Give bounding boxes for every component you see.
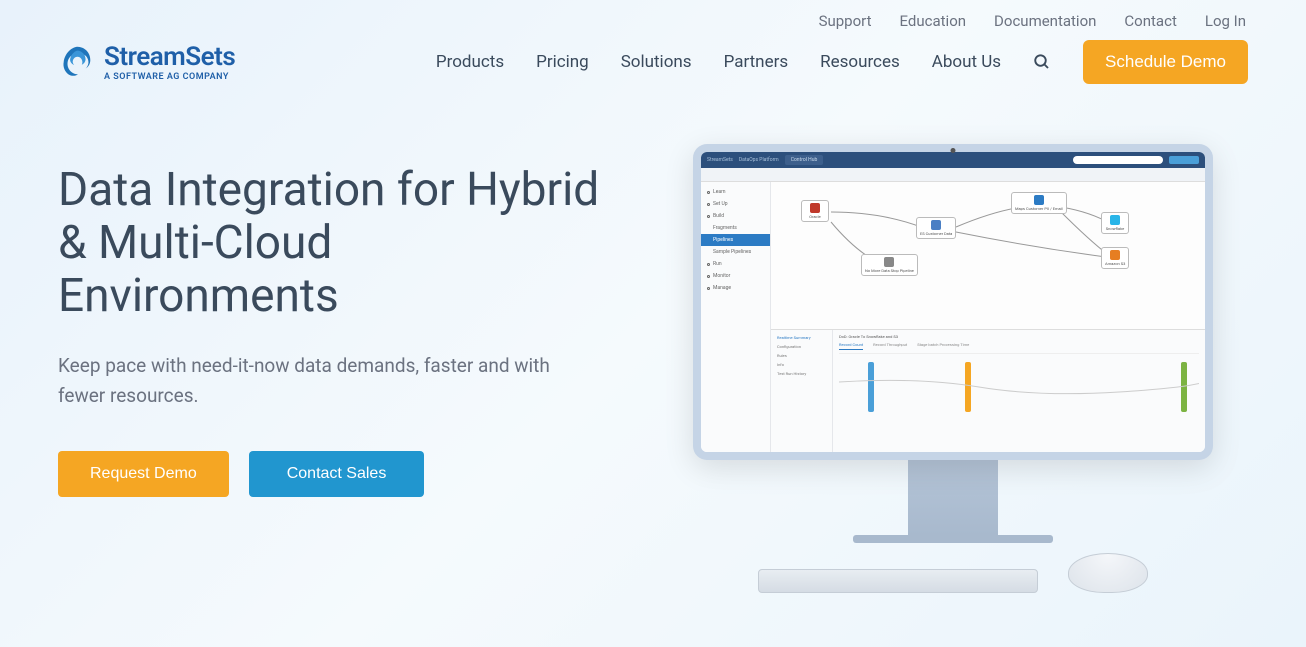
keyboard-icon [758,569,1038,593]
canvas-bottom-panel: Realtime Summary Configuration Rules Inf… [771,329,1205,452]
tab-processing-time: Stage batch Processing Time [917,342,969,350]
schedule-demo-button[interactable]: Schedule Demo [1083,40,1248,84]
logo-text: StreamSets A SOFTWARE AG COMPANY [104,42,235,82]
app-toolbar [701,168,1205,182]
tab-record-count: Record Count [839,342,863,350]
monitor-stand [908,460,998,535]
app-quickstart-button [1169,156,1199,164]
logo-swirl-icon [58,43,96,81]
hero-buttons: Request Demo Contact Sales [58,451,618,497]
request-demo-button[interactable]: Request Demo [58,451,229,497]
app-hub-tab: Control Hub [785,155,824,165]
node-customer-data: ES Customer Data [916,217,956,239]
nav-pricing[interactable]: Pricing [536,52,589,72]
cb-item: Test Run History [774,369,829,378]
nav-support[interactable]: Support [819,12,872,30]
app-screenshot: StreamSets DataOps Platform Control Hub … [701,152,1205,452]
sidebar-item: Fragments [701,222,770,234]
bottom-side-nav: Realtime Summary Configuration Rules Inf… [771,330,833,452]
mouse-icon [1068,553,1148,593]
node-no-more: No More Data Stop Pipeline [861,254,918,276]
app-brand: StreamSets [707,157,733,163]
node-oracle: Oracle [801,200,829,222]
sidebar-item: Sample Pipelines [701,246,770,258]
header: StreamSets A SOFTWARE AG COMPANY Product… [0,30,1306,84]
cb-item: Configuration [774,342,829,351]
pipeline-connectors [771,182,1205,329]
bottom-tabs: Record Count Record Throughput Stage bat… [839,342,1199,354]
node-snowflake: Snowflake [1101,212,1129,234]
sidebar-item-pipelines: Pipelines [701,234,770,246]
logo[interactable]: StreamSets A SOFTWARE AG COMPANY [58,42,235,82]
hero-content: Data Integration for Hybrid & Multi-Clou… [58,144,618,593]
bottom-main: DoD: Oracle To Snowflake and S3 Record C… [833,330,1205,452]
search-icon[interactable] [1033,53,1051,71]
camera-icon [951,148,956,153]
cb-item: Info [774,360,829,369]
sidebar-item: Set Up [701,198,770,210]
bottom-title: DoD: Oracle To Snowflake and S3 [839,334,1199,339]
nav-login[interactable]: Log In [1205,12,1246,30]
top-nav: Support Education Documentation Contact … [0,0,1306,30]
node-map-customer: Maps Customer PII / Email [1011,192,1067,214]
hero-section: Data Integration for Hybrid & Multi-Clou… [0,84,1306,593]
hero-image: StreamSets DataOps Platform Control Hub … [658,144,1248,593]
nav-documentation[interactable]: Documentation [994,12,1096,30]
monitor-mockup: StreamSets DataOps Platform Control Hub … [693,144,1213,460]
sidebar-item: Build [701,210,770,222]
sidebar-item: Manage [701,282,770,294]
main-nav: Products Pricing Solutions Partners Reso… [436,40,1248,84]
nav-contact[interactable]: Contact [1124,12,1176,30]
monitor-base [853,535,1053,543]
hero-title: Data Integration for Hybrid & Multi-Clou… [58,164,618,323]
logo-tagline: A SOFTWARE AG COMPANY [104,72,235,82]
app-body: Learn Set Up Build Fragments Pipelines S… [701,182,1205,452]
peripherals [693,553,1213,593]
cb-item: Rules [774,351,829,360]
logo-name: StreamSets [104,42,235,72]
app-sidebar: Learn Set Up Build Fragments Pipelines S… [701,182,771,452]
tab-throughput: Record Throughput [873,342,907,350]
nav-solutions[interactable]: Solutions [621,52,692,72]
nav-about[interactable]: About Us [932,52,1001,72]
cb-item: Realtime Summary [774,333,829,342]
app-canvas: Oracle ES Customer Data No More Data Sto… [771,182,1205,452]
pipeline-canvas: Oracle ES Customer Data No More Data Sto… [771,182,1205,329]
node-amazon-s3: Amazon S3 [1101,247,1129,269]
timeline-curve [839,362,1199,412]
nav-education[interactable]: Education [900,12,967,30]
timeline-chart [839,362,1199,412]
contact-sales-button[interactable]: Contact Sales [249,451,425,497]
nav-resources[interactable]: Resources [820,52,900,72]
sidebar-item: Monitor [701,270,770,282]
sidebar-item: Run [701,258,770,270]
nav-partners[interactable]: Partners [724,52,789,72]
hero-subtitle: Keep pace with need-it-now data demands,… [58,351,578,412]
sidebar-item: Learn [701,186,770,198]
app-platform: DataOps Platform [739,157,779,163]
app-header: StreamSets DataOps Platform Control Hub [701,152,1205,168]
nav-products[interactable]: Products [436,52,504,72]
app-search [1073,156,1163,164]
